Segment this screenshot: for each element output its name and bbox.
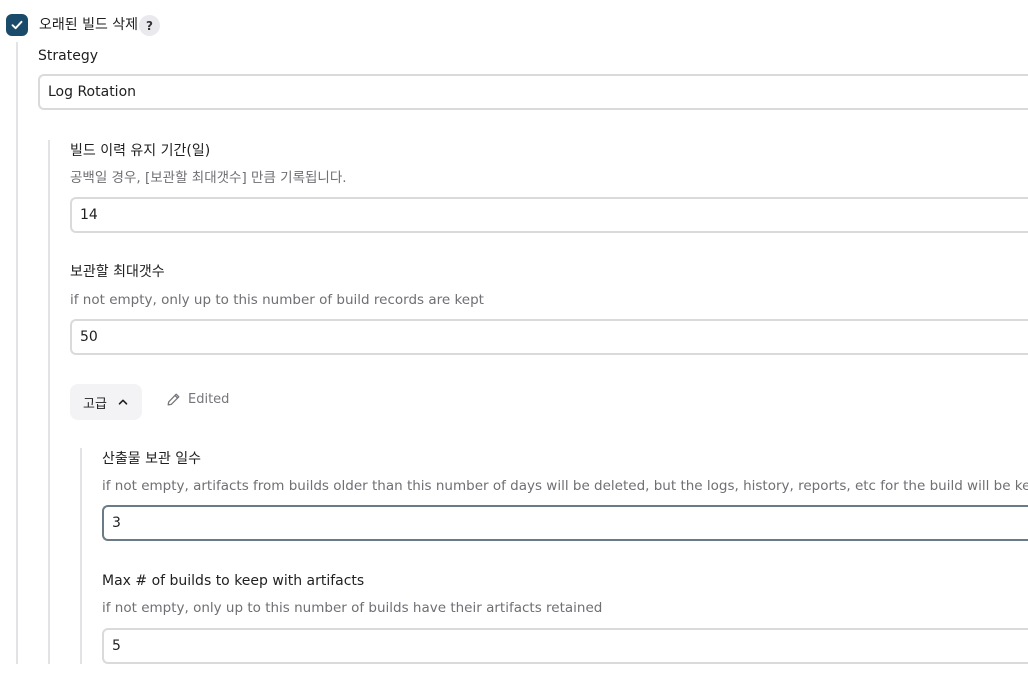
edited-label: Edited	[188, 392, 230, 407]
section-guide-line	[16, 42, 18, 664]
help-icon[interactable]: ?	[139, 15, 160, 36]
artifact-num-input[interactable]	[104, 630, 1028, 662]
edited-indicator: Edited	[166, 392, 229, 407]
discard-old-builds-checkbox[interactable]	[6, 14, 28, 36]
num-to-keep-label: 보관할 최대갯수	[70, 264, 165, 280]
artifact-days-description: if not empty, artifacts from builds olde…	[102, 478, 1028, 494]
days-to-keep-input[interactable]	[72, 199, 1028, 231]
days-to-keep-description: 공백일 경우, [보관할 최대갯수] 만큼 기록됩니다.	[70, 170, 347, 186]
artifact-num-field[interactable]	[102, 628, 1028, 664]
num-to-keep-field[interactable]	[70, 319, 1028, 355]
num-to-keep-input[interactable]	[72, 321, 1028, 353]
artifact-days-input[interactable]	[104, 507, 1028, 539]
discard-old-builds-label[interactable]: 오래된 빌드 삭제	[39, 15, 138, 35]
pencil-icon	[166, 392, 181, 407]
strategy-label: Strategy	[38, 48, 98, 64]
strategy-select[interactable]	[38, 74, 1028, 110]
strategy-select-value[interactable]	[40, 76, 1028, 108]
check-icon	[11, 20, 23, 30]
advanced-button[interactable]: 고급	[70, 384, 142, 420]
chevron-up-icon	[117, 396, 129, 408]
artifact-num-label: Max # of builds to keep with artifacts	[102, 573, 365, 589]
advanced-guide-line	[80, 448, 82, 664]
artifact-days-label: 산출물 보관 일수	[102, 451, 202, 467]
days-to-keep-label: 빌드 이력 유지 기간(일)	[70, 143, 211, 159]
advanced-button-label: 고급	[83, 396, 107, 412]
artifact-days-field[interactable]	[102, 505, 1028, 541]
days-to-keep-field[interactable]	[70, 197, 1028, 233]
num-to-keep-description: if not empty, only up to this number of …	[70, 292, 484, 308]
strategy-guide-line	[48, 140, 50, 664]
artifact-num-description: if not empty, only up to this number of …	[102, 600, 603, 616]
